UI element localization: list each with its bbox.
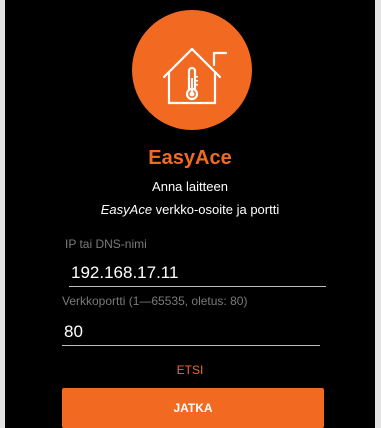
- intro-line-1: Anna laitteen: [152, 179, 228, 194]
- ip-address-input[interactable]: [69, 259, 326, 287]
- app-logo: [132, 10, 252, 130]
- ip-field-label: IP tai DNS-nimi: [65, 237, 147, 251]
- search-button[interactable]: ETSI: [5, 362, 375, 378]
- intro-brand: EasyAce: [100, 202, 153, 217]
- intro-line-2: EasyAce verkko-osoite ja portti: [5, 201, 375, 219]
- port-input[interactable]: [62, 318, 320, 346]
- port-field-label: Verkkoportti (1—65535, oletus: 80): [62, 294, 248, 308]
- app-title: EasyAce: [148, 147, 232, 169]
- continue-button[interactable]: JATKA: [62, 388, 324, 428]
- house-thermometer-icon: [162, 47, 228, 105]
- setup-screen: EasyAce Anna laitteen EasyAce verkko-oso…: [5, 0, 375, 428]
- intro-text: verkko-osoite ja portti: [152, 202, 280, 217]
